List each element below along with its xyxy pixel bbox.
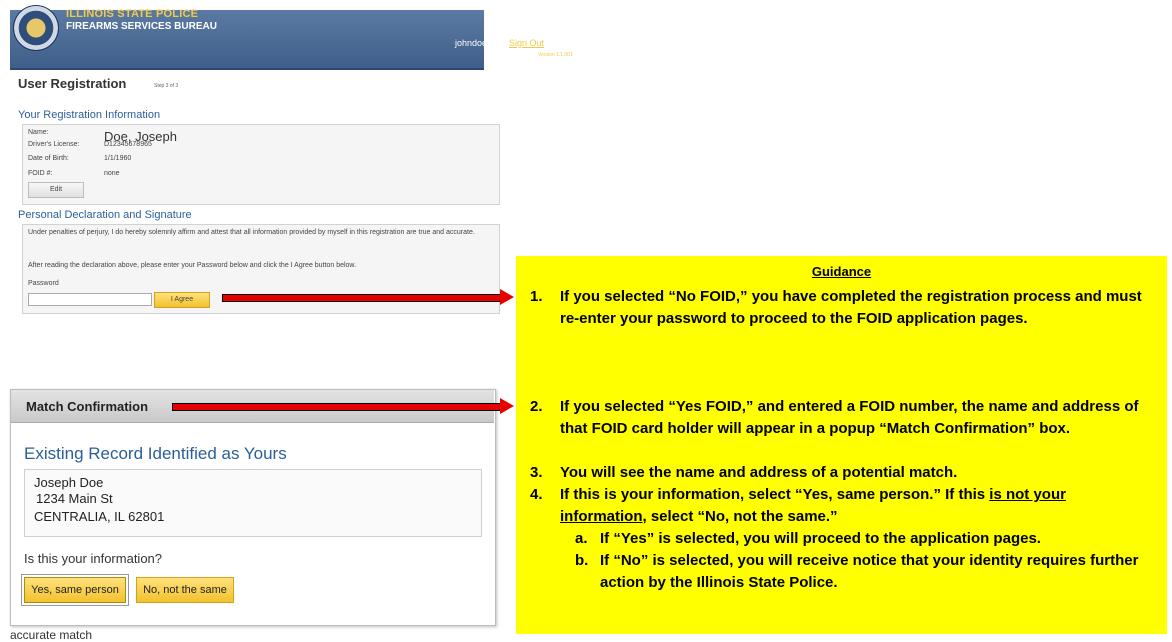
guidance-item-2: If you selected “Yes FOID,” and entered … <box>560 398 1139 437</box>
existing-record-heading: Existing Record Identified as Yours <box>24 444 287 463</box>
guidance-subitem-b-letter: b. <box>575 552 589 569</box>
state-police-seal-icon <box>14 6 58 50</box>
pointer-arrow-2-icon <box>500 398 514 414</box>
guidance-subitem-a-letter: a. <box>575 530 588 547</box>
registration-section-title: Your Registration Information <box>18 109 161 121</box>
step-indicator: Step 3 of 3 <box>154 83 179 89</box>
pointer-arrow-2-shaft <box>172 403 504 411</box>
foid-value: none <box>104 170 120 177</box>
match-city: CENTRALIA, IL 62801 <box>34 509 165 524</box>
guidance-subitem-a: If “Yes” is selected, you will proceed t… <box>600 530 1041 547</box>
guidance-item-4: If this is your information, select “Yes… <box>560 484 1155 528</box>
guidance-item-4-number: 4. <box>530 486 543 503</box>
drivers-license-label: Driver's License: <box>28 141 80 148</box>
guidance-title: Guidance <box>811 264 872 279</box>
match-confirmation-title: Match Confirmation <box>26 399 149 414</box>
pointer-arrow-1-icon <box>500 289 514 305</box>
password-label: Password <box>28 280 59 287</box>
username-label: johndoe1 <box>455 38 493 48</box>
guidance-item-1: If you selected “No FOID,” you have comp… <box>560 288 1142 327</box>
pointer-arrow-1-shaft <box>222 294 504 302</box>
guidance-item-1-number: 1. <box>530 288 543 305</box>
foid-label: FOID #: <box>28 170 53 177</box>
guidance-item-2-number: 2. <box>530 398 543 415</box>
declaration-instruction: After reading the declaration above, ple… <box>28 262 357 269</box>
guidance-item-3-number: 3. <box>530 464 543 481</box>
match-street: 1234 Main St <box>36 491 113 506</box>
agency-name: ILLINOIS STATE POLICE <box>66 8 199 20</box>
yes-same-person-button[interactable]: Yes, same person <box>24 577 126 603</box>
i-agree-button[interactable]: I Agree <box>154 292 210 308</box>
date-of-birth-label: Date of Birth: <box>28 155 69 162</box>
guidance-subitem-b: If “No” is selected, you will receive no… <box>600 552 1139 591</box>
confirmation-question: Is this your information? <box>24 551 163 566</box>
edit-button[interactable]: Edit <box>28 182 84 198</box>
version-label: Version 1.1.001 <box>538 52 573 58</box>
registration-info-panel <box>22 124 500 205</box>
no-not-same-button[interactable]: No, not the same <box>136 577 234 603</box>
declaration-section-title: Personal Declaration and Signature <box>18 209 192 221</box>
declaration-text: Under penalties of perjury, I do hereby … <box>28 229 475 236</box>
sign-out-link[interactable]: Sign Out <box>509 38 544 48</box>
match-name: Joseph Doe <box>34 475 104 490</box>
password-input[interactable] <box>28 293 152 306</box>
guidance-item-4-part-b: , select “No, not the same.” <box>642 508 838 525</box>
guidance-item-3: You will see the name and address of a p… <box>560 464 958 481</box>
date-of-birth-value: 1/1/1960 <box>104 155 132 162</box>
header-separator: | <box>499 38 502 48</box>
drivers-license-value: D12345678965 <box>104 141 152 148</box>
bureau-name: FIREARMS SERVICES BUREAU <box>66 21 217 32</box>
page-title: User Registration <box>18 76 127 91</box>
name-label: Name: <box>28 129 49 136</box>
guidance-item-4-part-a: If this is your information, select “Yes… <box>560 486 990 503</box>
